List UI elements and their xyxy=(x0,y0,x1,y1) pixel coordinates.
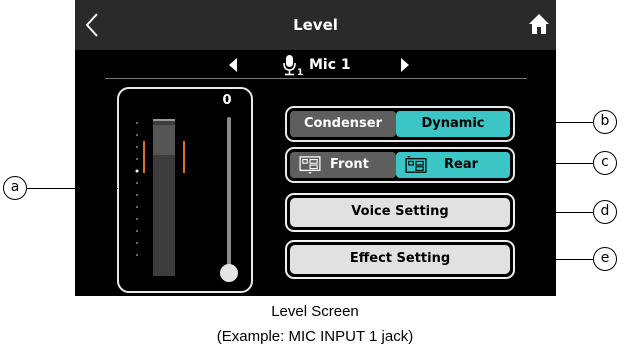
callout-b-line xyxy=(515,122,593,123)
level-meter-bar xyxy=(153,119,175,276)
voice-setting-label: Voice Setting xyxy=(290,198,510,227)
callout-c: c xyxy=(593,151,617,175)
rear-mount-icon xyxy=(405,156,427,173)
chevron-left-icon xyxy=(85,13,98,37)
rear-button[interactable]: Rear xyxy=(396,152,510,178)
callout-d: d xyxy=(593,200,617,224)
front-mount-icon xyxy=(299,156,321,174)
caption-subtitle: (Example: MIC INPUT 1 jack) xyxy=(216,328,414,345)
triangle-left-icon xyxy=(229,58,237,72)
caption-title: Level Screen xyxy=(271,303,359,320)
callout-c-line xyxy=(515,163,593,164)
home-button[interactable] xyxy=(527,12,551,36)
channel-number: 1 xyxy=(297,68,303,77)
divider xyxy=(105,78,527,79)
effect-setting-button[interactable]: Effect Setting xyxy=(285,240,515,279)
screen-title: Level xyxy=(293,16,338,34)
device-screen: Level 1 Mic 1 0 Condenser Dynamic Front … xyxy=(75,0,556,296)
front-label: Front xyxy=(330,157,369,172)
fader-knob[interactable] xyxy=(220,264,238,282)
peak-marker-right xyxy=(183,141,185,173)
fader-track[interactable] xyxy=(227,117,231,273)
mic-type-selector: Condenser Dynamic xyxy=(285,106,515,142)
rear-label: Rear xyxy=(444,157,479,172)
next-channel-button[interactable] xyxy=(395,55,415,75)
callout-a: a xyxy=(3,176,27,200)
back-button[interactable] xyxy=(79,10,105,40)
front-button[interactable]: Front xyxy=(290,152,396,178)
channel-label: Mic 1 xyxy=(309,57,351,73)
voice-setting-button[interactable]: Voice Setting xyxy=(285,193,515,232)
home-icon xyxy=(529,14,549,34)
channel-navigator: 1 Mic 1 xyxy=(75,50,556,80)
callout-b: b xyxy=(593,110,617,134)
level-meter-area: 0 xyxy=(117,87,253,293)
previous-channel-button[interactable] xyxy=(223,55,243,75)
mount-selector: Front Rear xyxy=(285,147,515,183)
effect-setting-label: Effect Setting xyxy=(290,245,510,274)
meter-scale xyxy=(135,122,139,256)
condenser-button[interactable]: Condenser xyxy=(290,111,396,137)
microphone-icon: 1 xyxy=(282,53,304,78)
title-bar: Level xyxy=(75,0,556,50)
fader-value: 0 xyxy=(222,93,232,108)
callout-e-line xyxy=(515,259,593,260)
callout-a-line xyxy=(27,188,118,189)
dynamic-button[interactable]: Dynamic xyxy=(396,111,510,137)
callout-e: e xyxy=(593,247,617,271)
triangle-right-icon xyxy=(401,58,409,72)
peak-marker-left xyxy=(143,141,145,173)
callout-d-line xyxy=(515,212,593,213)
